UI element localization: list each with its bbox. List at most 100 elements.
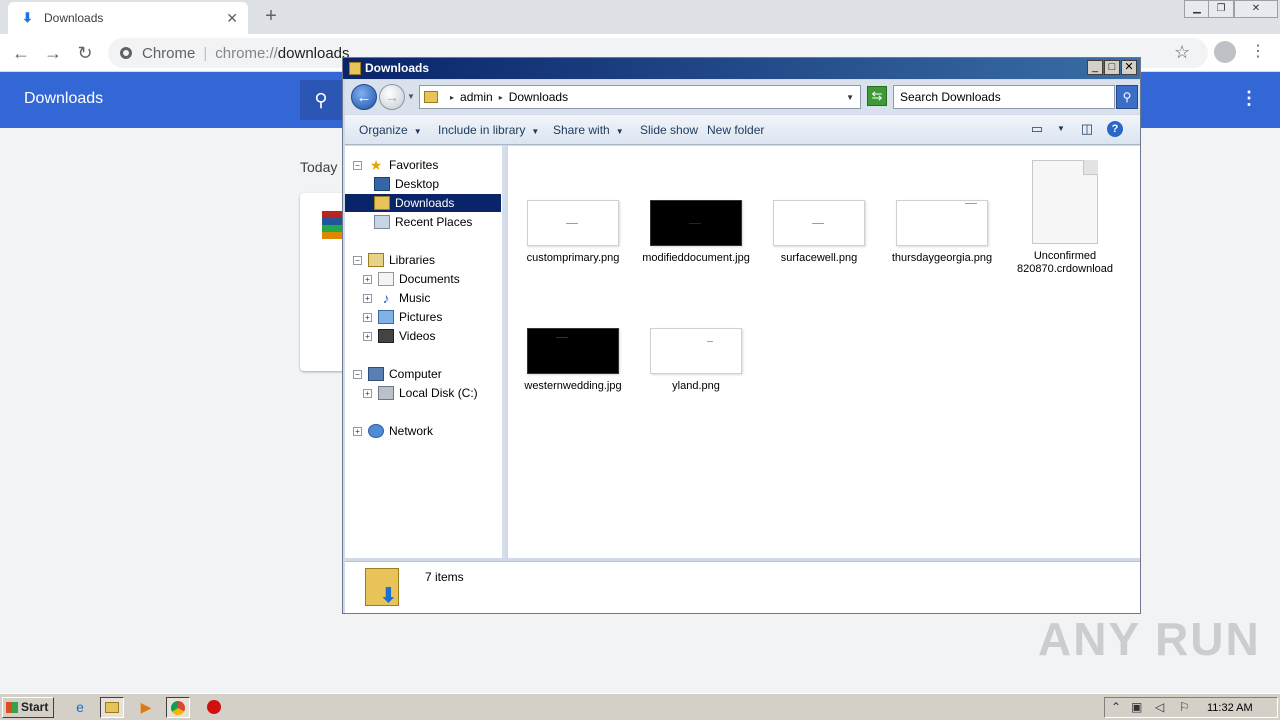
taskbar: Start e ▶ ⌃ ▣ ◁ ⚐ 11:32 AM xyxy=(0,693,1280,720)
new-folder-button[interactable]: New folder xyxy=(707,123,764,137)
downloads-folder-icon xyxy=(365,568,399,608)
expand-icon[interactable]: + xyxy=(363,331,372,341)
site-name: Chrome xyxy=(142,44,196,62)
back-button[interactable]: ← xyxy=(8,40,34,66)
page-title: Downloads xyxy=(24,90,104,107)
refresh-button[interactable]: ⇆ xyxy=(867,86,887,106)
view-options-icon[interactable]: ▭ xyxy=(1029,121,1045,137)
explorer-titlebar[interactable]: Downloads _ □ ✕ xyxy=(343,58,1140,79)
watermark: ANY RUN xyxy=(1038,613,1261,665)
nav-libraries[interactable]: − Libraries xyxy=(353,251,435,269)
nav-downloads[interactable]: Downloads xyxy=(345,194,501,212)
nav-network[interactable]: + Network xyxy=(353,422,433,440)
organize-button[interactable]: Organize ▼ xyxy=(359,123,422,137)
help-icon[interactable]: ? xyxy=(1107,121,1123,137)
recent-pages-dropdown-icon[interactable]: ▼ xyxy=(407,92,415,101)
folder-icon xyxy=(424,91,438,103)
expand-icon[interactable]: + xyxy=(363,312,372,322)
internet-explorer-icon[interactable]: e xyxy=(68,697,92,718)
nav-desktop[interactable]: Desktop xyxy=(374,175,439,193)
breadcrumb-downloads[interactable]: Downloads xyxy=(509,90,568,104)
explorer-forward-button[interactable]: → xyxy=(379,84,405,110)
file-name: surfacewell.png xyxy=(780,252,858,264)
explorer-minimize-button[interactable]: _ xyxy=(1087,60,1103,75)
url-scheme: chrome:// xyxy=(215,44,278,62)
volume-icon[interactable]: ◁ xyxy=(1155,700,1164,714)
nav-favorites[interactable]: − ★ Favorites xyxy=(353,156,438,174)
action-center-flag-icon[interactable]: ⚐ xyxy=(1179,700,1190,714)
nav-pictures[interactable]: + Pictures xyxy=(363,308,442,326)
collapse-icon[interactable]: − xyxy=(353,160,362,170)
explorer-back-button[interactable]: ← xyxy=(351,84,377,110)
file-item[interactable]: thursdaygeorgia.png xyxy=(887,200,997,265)
clock[interactable]: 11:32 AM xyxy=(1207,702,1253,714)
nav-computer[interactable]: − Computer xyxy=(353,365,442,383)
restore-button[interactable]: ❐ xyxy=(1208,0,1234,18)
search-input[interactable]: Search Downloads xyxy=(893,85,1115,109)
stop-icon[interactable] xyxy=(202,697,226,718)
nav-documents[interactable]: + Documents xyxy=(363,270,460,288)
chrome-menu-icon[interactable]: ⋮ xyxy=(1250,41,1266,61)
collapse-icon[interactable]: − xyxy=(353,369,362,379)
folder-icon xyxy=(349,62,361,75)
file-item[interactable]: westernwedding.jpg xyxy=(518,328,628,393)
slide-show-button[interactable]: Slide show xyxy=(640,123,698,137)
expand-icon[interactable]: + xyxy=(363,293,372,303)
file-item[interactable]: customprimary.png xyxy=(518,200,628,265)
expand-icon[interactable]: + xyxy=(363,274,372,284)
close-window-button[interactable]: ✕ xyxy=(1234,0,1278,18)
share-with-button[interactable]: Share with ▼ xyxy=(553,123,624,137)
file-item[interactable]: modifieddocument.jpg xyxy=(641,200,751,265)
network-icon xyxy=(368,424,384,438)
expand-icon[interactable]: + xyxy=(353,426,362,436)
computer-icon xyxy=(368,367,384,381)
address-breadcrumb[interactable]: ▸ admin ▸ Downloads ▼ xyxy=(419,85,861,109)
recent-places-icon xyxy=(374,215,390,229)
minimize-button[interactable]: ▁ xyxy=(1184,0,1210,18)
media-player-icon[interactable]: ▶ xyxy=(134,697,158,718)
file-list: customprimary.png modifieddocument.jpg s… xyxy=(508,146,1140,558)
chevron-right-icon[interactable]: ▸ xyxy=(450,93,454,102)
download-icon: ⬇ xyxy=(22,10,33,25)
view-dropdown-icon[interactable]: ▼ xyxy=(1053,121,1069,137)
system-tray: ⌃ ▣ ◁ ⚐ 11:32 AM xyxy=(1104,697,1278,718)
breadcrumb-admin[interactable]: admin xyxy=(460,90,493,104)
image-thumbnail xyxy=(896,200,988,246)
explorer-navbar: ← → ▼ ▸ admin ▸ Downloads ▼ ⇆ Search Dow… xyxy=(345,80,1140,114)
search-icon[interactable]: ⚲ xyxy=(1116,85,1138,109)
tab-downloads[interactable]: ⬇ Downloads ✕ xyxy=(8,2,248,34)
file-name: yland.png xyxy=(672,380,720,392)
search-icon[interactable]: ⚲ xyxy=(300,80,342,120)
explorer-taskbar-icon[interactable] xyxy=(100,697,124,718)
desktop-icon xyxy=(374,177,390,191)
file-item[interactable]: surfacewell.png xyxy=(764,200,874,265)
preview-pane-icon[interactable]: ◫ xyxy=(1079,121,1095,137)
start-button[interactable]: Start xyxy=(2,697,54,718)
more-options-icon[interactable]: ⋮ xyxy=(1240,88,1258,109)
collapse-icon[interactable]: − xyxy=(353,255,362,265)
include-in-library-button[interactable]: Include in library ▼ xyxy=(438,123,539,137)
address-dropdown-icon[interactable]: ▼ xyxy=(846,93,854,102)
new-tab-button[interactable]: + xyxy=(260,5,282,27)
bookmark-star-icon[interactable]: ☆ xyxy=(1174,42,1190,63)
nav-recent-places[interactable]: Recent Places xyxy=(374,213,472,231)
profile-avatar[interactable] xyxy=(1214,41,1236,63)
forward-button[interactable]: → xyxy=(40,40,66,66)
image-thumbnail xyxy=(650,200,742,246)
explorer-close-button[interactable]: ✕ xyxy=(1121,60,1137,75)
file-item[interactable]: yland.png xyxy=(641,328,751,393)
chrome-taskbar-icon[interactable] xyxy=(166,697,190,718)
command-bar: Organize ▼ Include in library ▼ Share with… xyxy=(345,115,1140,145)
explorer-title: Downloads xyxy=(365,61,430,75)
chevron-right-icon[interactable]: ▸ xyxy=(499,93,503,102)
nav-videos[interactable]: + Videos xyxy=(363,327,435,345)
network-tray-icon[interactable]: ▣ xyxy=(1131,700,1142,714)
close-tab-icon[interactable]: ✕ xyxy=(226,10,238,27)
nav-music[interactable]: + ♪ Music xyxy=(363,289,430,307)
reload-button[interactable]: ↻ xyxy=(72,40,98,66)
show-hidden-icons-icon[interactable]: ⌃ xyxy=(1111,700,1121,714)
expand-icon[interactable]: + xyxy=(363,388,372,398)
file-item[interactable]: Unconfirmed 820870.crdownload xyxy=(1010,160,1120,276)
explorer-maximize-button[interactable]: □ xyxy=(1104,60,1120,75)
nav-local-disk[interactable]: + Local Disk (C:) xyxy=(363,384,478,402)
